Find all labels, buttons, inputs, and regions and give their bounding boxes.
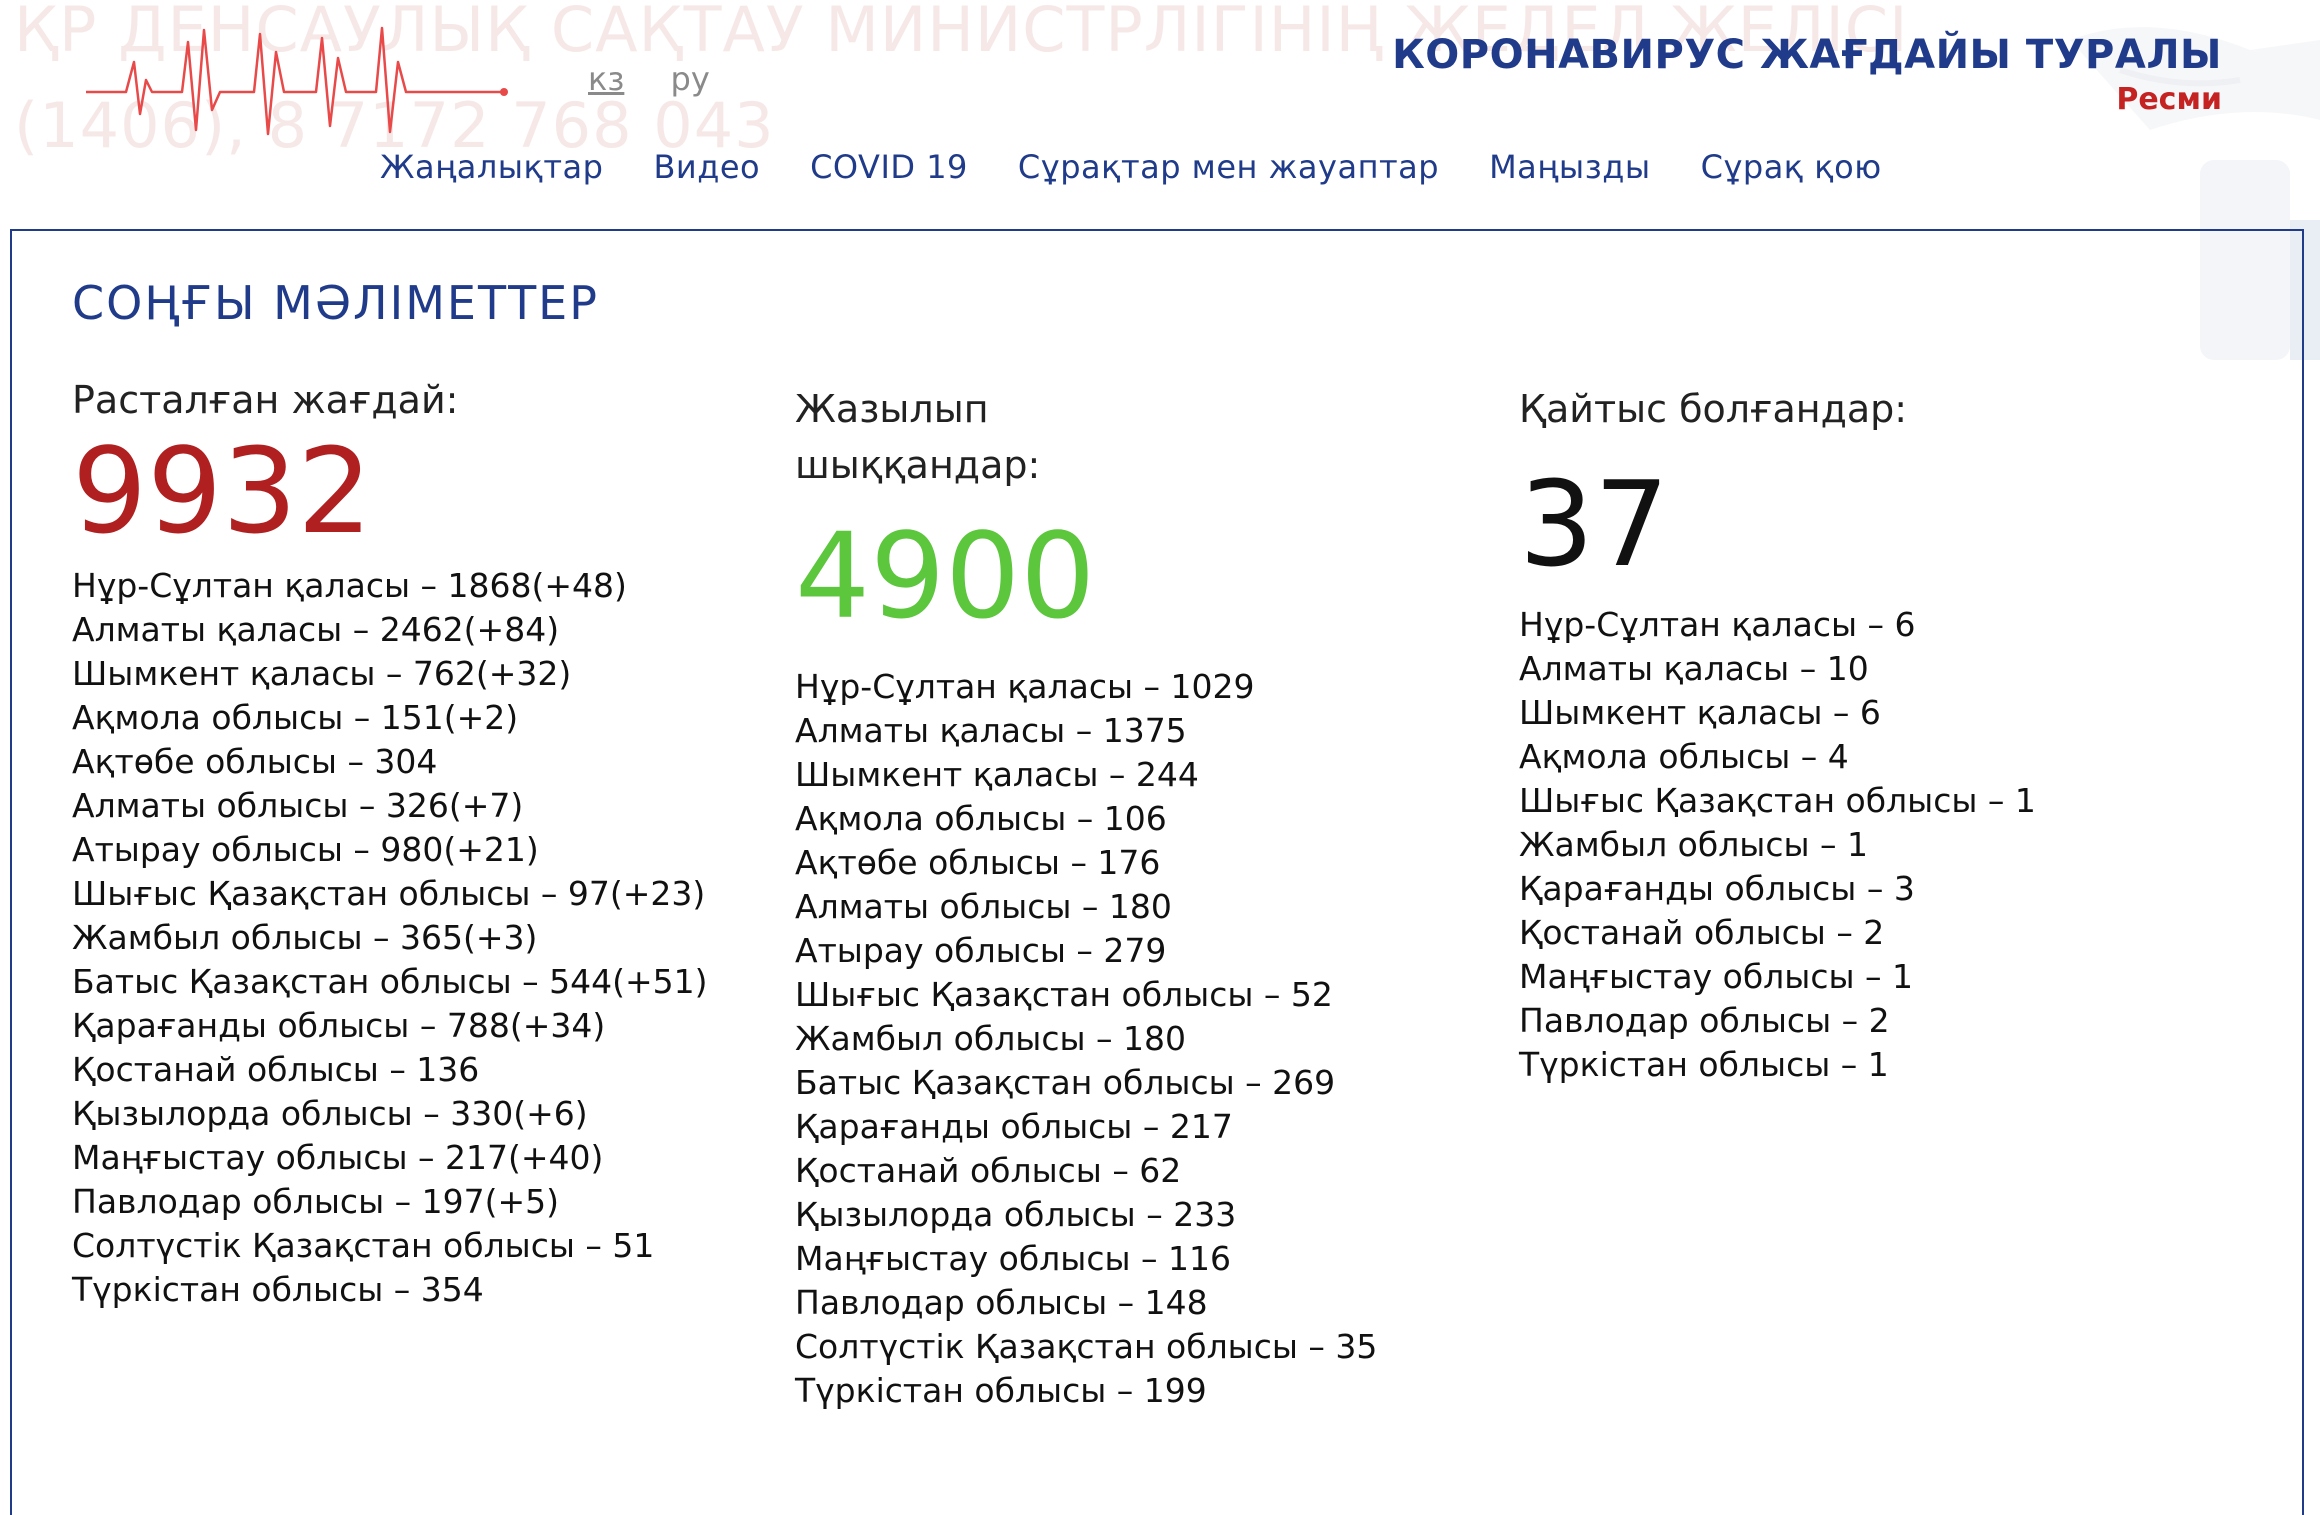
nav-item-video[interactable]: Видео xyxy=(653,148,760,198)
list-item: Нұр-Сұлтан қаласы – 6 xyxy=(1519,605,1916,644)
list-item: Павлодар облысы – 197(+5) xyxy=(72,1182,559,1221)
list-item: Маңғыстау облысы – 116 xyxy=(795,1239,1231,1278)
list-item: Шығыс Қазақстан облысы – 1 xyxy=(1519,781,2036,820)
list-item: Түркістан облысы – 1 xyxy=(1519,1045,1889,1084)
recovered-label-line2: шыққандар: xyxy=(795,443,1041,487)
site-title-main: КОРОНАВИРУС ЖАҒДАЙЫ ТУРАЛЫ xyxy=(1392,32,2222,78)
list-item: Қарағанды облысы – 788(+34) xyxy=(72,1006,606,1045)
list-item: Нұр-Сұлтан қаласы – 1029 xyxy=(795,667,1255,706)
list-item: Нұр-Сұлтан қаласы – 1868(+48) xyxy=(72,566,627,605)
list-item: Шығыс Қазақстан облысы – 97(+23) xyxy=(72,874,706,913)
list-item: Солтүстік Қазақстан облысы – 35 xyxy=(795,1327,1378,1366)
list-item: Маңғыстау облысы – 1 xyxy=(1519,957,1914,996)
deaths-label: Қайтыс болғандар: xyxy=(1519,387,1908,431)
list-item: Жамбыл облысы – 1 xyxy=(1519,825,1869,864)
confirmed-label: Расталған жағдай: xyxy=(72,378,459,422)
list-item: Алматы қаласы – 2462(+84) xyxy=(72,610,560,649)
list-item: Шығыс Қазақстан облысы – 52 xyxy=(795,975,1333,1014)
recovered-label-line1: Жазылып xyxy=(795,387,989,431)
list-item: Қызылорда облысы – 233 xyxy=(795,1195,1237,1234)
list-item: Түркістан облысы – 199 xyxy=(795,1371,1207,1410)
main-nav: Жаңалықтар Видео COVID 19 Сұрақтар мен ж… xyxy=(380,148,1882,198)
list-item: Қостанай облысы – 2 xyxy=(1519,913,1885,952)
confirmed-total: 9932 xyxy=(72,422,373,560)
nav-item-faq[interactable]: Сұрақтар мен жауаптар xyxy=(1018,148,1439,198)
list-item: Ақмола облысы – 106 xyxy=(795,799,1167,838)
list-item: Алматы облысы – 180 xyxy=(795,887,1172,926)
list-item: Шымкент қаласы – 6 xyxy=(1519,693,1881,732)
list-item: Ақмола облысы – 4 xyxy=(1519,737,1849,776)
list-item: Қостанай облысы – 62 xyxy=(795,1151,1182,1190)
list-item: Жамбыл облысы – 180 xyxy=(795,1019,1187,1058)
section-title: СОҢҒЫ МӘЛІМЕТТЕР xyxy=(72,276,599,330)
list-item: Түркістан облысы – 354 xyxy=(72,1270,484,1309)
recovered-region-list: Нұр-Сұлтан қаласы – 1029 Алматы қаласы – … xyxy=(795,665,1377,1413)
lang-ru-link[interactable]: ру xyxy=(671,60,710,98)
list-item: Алматы облысы – 326(+7) xyxy=(72,786,524,825)
list-item: Ақтөбе облысы – 304 xyxy=(72,742,438,781)
site-title[interactable]: КОРОНАВИРУС ЖАҒДАЙЫ ТУРАЛЫ Ресми xyxy=(1392,30,2222,120)
list-item: Павлодар облысы – 148 xyxy=(795,1283,1208,1322)
list-item: Қарағанды облысы – 217 xyxy=(795,1107,1233,1146)
lang-kz-link[interactable]: кз xyxy=(588,60,624,98)
list-item: Алматы қаласы – 10 xyxy=(1519,649,1869,688)
list-item: Қостанай облысы – 136 xyxy=(72,1050,480,1089)
deaths-region-list: Нұр-Сұлтан қаласы – 6 Алматы қаласы – 10 Ш… xyxy=(1519,603,2036,1087)
list-item: Шымкент қаласы – 762(+32) xyxy=(72,654,572,693)
list-item: Атырау облысы – 980(+21) xyxy=(72,830,539,869)
confirmed-column: Расталған жағдай: 9932 Нұр-Сұлтан қаласы… xyxy=(72,372,708,1312)
list-item: Жамбыл облысы – 365(+3) xyxy=(72,918,538,957)
ecg-heartbeat-icon[interactable] xyxy=(86,22,512,140)
list-item: Қызылорда облысы – 330(+6) xyxy=(72,1094,588,1133)
language-switcher: кз ру xyxy=(588,60,746,98)
recovered-total: 4900 xyxy=(795,507,1096,645)
list-item: Батыс Қазақстан облысы – 544(+51) xyxy=(72,962,708,1001)
deaths-total: 37 xyxy=(1519,455,1670,593)
list-item: Алматы қаласы – 1375 xyxy=(795,711,1187,750)
page-root: ҚР ДЕНСАУЛЫҚ САҚТАУ МИНИСТРЛІГІНІҢ ЖЕДЕЛ… xyxy=(0,0,2320,1515)
list-item: Ақмола облысы – 151(+2) xyxy=(72,698,519,737)
list-item: Ақтөбе облысы – 176 xyxy=(795,843,1161,882)
site-title-subtitle: Ресми xyxy=(2116,82,2222,117)
list-item: Батыс Қазақстан облысы – 269 xyxy=(795,1063,1336,1102)
nav-item-covid19[interactable]: COVID 19 xyxy=(810,148,968,198)
nav-item-important[interactable]: Маңызды xyxy=(1489,148,1651,198)
list-item: Қарағанды облысы – 3 xyxy=(1519,869,1915,908)
nav-item-news[interactable]: Жаңалықтар xyxy=(380,148,603,198)
list-item: Солтүстік Қазақстан облысы – 51 xyxy=(72,1226,655,1265)
list-item: Шымкент қаласы – 244 xyxy=(795,755,1199,794)
nav-item-ask-question[interactable]: Сұрақ қою xyxy=(1701,148,1882,198)
deaths-column: Қайтыс болғандар: 37 Нұр-Сұлтан қаласы –… xyxy=(1519,381,2036,1087)
list-item: Павлодар облысы – 2 xyxy=(1519,1001,1890,1040)
list-item: Маңғыстау облысы – 217(+40) xyxy=(72,1138,604,1177)
recovered-column: Жазылып шыққандар: 4900 Нұр-Сұлтан қалас… xyxy=(795,381,1377,1413)
confirmed-region-list: Нұр-Сұлтан қаласы – 1868(+48) Алматы қала… xyxy=(72,564,708,1312)
list-item: Атырау облысы – 279 xyxy=(795,931,1167,970)
